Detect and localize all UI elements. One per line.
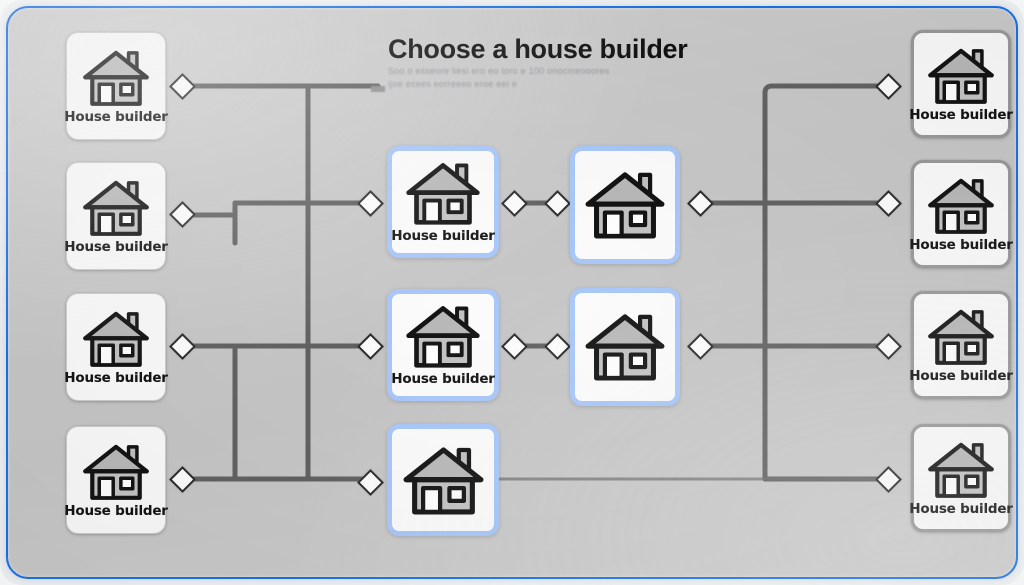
house-icon [585, 314, 665, 381]
house-builder-card[interactable] [570, 146, 680, 264]
house-builder-card-label: House builder [64, 369, 168, 386]
house-builder-card-label: House builder [64, 238, 168, 255]
house-icon [928, 442, 994, 498]
house-builder-card-label: House builder [64, 108, 168, 125]
house-builder-card[interactable]: House builder [64, 32, 168, 140]
house-builder-card-label: House builder [909, 236, 1013, 253]
house-builder-card[interactable]: House builder [909, 291, 1013, 399]
house-builder-card[interactable]: House builder [909, 30, 1013, 138]
house-icon [585, 172, 665, 239]
subtitle-line-2: ijoe ecees eorreeeo eroe eei e [388, 79, 518, 89]
house-icon [83, 444, 149, 500]
house-builder-card[interactable] [387, 424, 499, 536]
wire-trunk-right [762, 83, 881, 482]
house-icon [83, 50, 149, 106]
subtitle-marker [371, 86, 385, 92]
house-builder-card[interactable]: House builder [64, 426, 168, 534]
house-builder-card-label: House builder [391, 371, 495, 387]
house-builder-card-label: House builder [64, 502, 168, 519]
house-icon [406, 306, 480, 368]
house-builder-card[interactable]: House builder [387, 146, 499, 258]
subtitle-line-1: Soo o esseore liesi ero eo toro e 100 on… [388, 66, 610, 76]
house-icon [406, 163, 480, 225]
house-icon [928, 178, 994, 234]
house-builder-card[interactable]: House builder [387, 289, 499, 401]
house-builder-card[interactable]: House builder [64, 293, 168, 401]
page-title: Choose a house builder [388, 34, 688, 64]
screenshot-root: House builder House builder House builde… [0, 0, 1024, 585]
house-icon [928, 309, 994, 365]
house-builder-card[interactable] [570, 288, 680, 406]
house-builder-card[interactable]: House builder [909, 160, 1013, 268]
wire-row2-step [189, 200, 365, 218]
house-builder-card[interactable]: House builder [64, 162, 168, 270]
house-icon [83, 180, 149, 236]
house-builder-card[interactable]: House builder [909, 424, 1013, 532]
house-icon [83, 311, 149, 367]
title-block: Choose a house builder Soo o esseore lie… [388, 34, 718, 91]
house-icon [928, 48, 994, 104]
house-builder-card-label: House builder [909, 500, 1013, 517]
house-icon [403, 446, 483, 514]
house-builder-card-label: House builder [909, 106, 1013, 123]
house-builder-card-label: House builder [909, 367, 1013, 384]
house-builder-card-label: House builder [391, 228, 495, 244]
